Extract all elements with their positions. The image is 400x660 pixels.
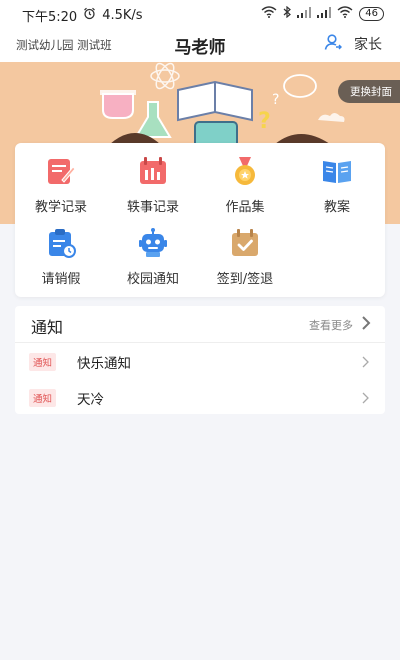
svg-text:?: ? <box>272 92 279 108</box>
check-in-icon <box>230 228 260 258</box>
menu-label: 作品集 <box>225 200 265 215</box>
signal-icon-2 <box>317 6 332 21</box>
wifi-icon-2 <box>337 6 353 21</box>
notice-item-text: 快乐通知 <box>77 356 131 372</box>
portfolio-icon <box>230 156 260 186</box>
notice-panel: 通知 查看更多 通知 快乐通知 通知 天冷 <box>15 306 385 414</box>
notice-tag: 通知 <box>29 353 57 371</box>
status-bar: 下午5:20 4.5K/s 46 <box>0 0 400 28</box>
see-more-label: 查看更多 <box>309 318 353 332</box>
menu-item-teaching-record[interactable]: 教学记录 <box>15 156 107 222</box>
chevron-right-icon <box>361 315 371 334</box>
bluetooth-icon <box>283 5 292 21</box>
lesson-plan-icon <box>322 156 352 186</box>
alarm-icon <box>83 7 96 24</box>
change-cover-button[interactable]: 更换封面 <box>338 80 400 103</box>
notice-tag: 通知 <box>29 389 57 407</box>
role-label: 家长 <box>354 37 382 53</box>
notice-item[interactable]: 通知 天冷 <box>15 379 385 415</box>
menu-item-portfolio[interactable]: 作品集 <box>199 156 291 222</box>
leave-request-icon <box>46 228 76 258</box>
notice-item[interactable]: 通知 快乐通知 <box>15 343 385 379</box>
status-time: 下午5:20 <box>22 10 78 25</box>
notice-item-text: 天冷 <box>77 392 104 408</box>
notice-header: 通知 查看更多 <box>15 306 385 343</box>
menu-label: 签到/签退 <box>216 272 274 287</box>
campus-notice-icon <box>138 228 168 258</box>
wifi-icon <box>261 6 277 21</box>
feature-menu: 教学记录 轶事记录 作品集 教案 请销假 校园通知 签到/签退 <box>15 143 385 297</box>
menu-item-lesson-plan[interactable]: 教案 <box>291 156 383 222</box>
see-more-link[interactable]: 查看更多 <box>309 315 371 334</box>
anecdote-record-icon <box>138 156 168 186</box>
chevron-right-icon <box>362 389 369 408</box>
notice-title: 通知 <box>31 318 64 337</box>
menu-label: 教学记录 <box>34 200 87 215</box>
menu-item-leave-request[interactable]: 请销假 <box>15 228 107 294</box>
menu-item-check-in[interactable]: 签到/签退 <box>199 228 291 294</box>
switch-role-button[interactable]: 家长 <box>324 33 382 55</box>
teaching-record-icon <box>46 156 76 186</box>
app-header: 测试幼儿园 测试班 马老师 家长 <box>0 28 400 62</box>
menu-label: 教案 <box>323 200 350 215</box>
chevron-right-icon <box>362 353 369 372</box>
menu-label: 轶事记录 <box>126 200 179 215</box>
menu-item-anecdote-record[interactable]: 轶事记录 <box>107 156 199 222</box>
network-speed: 4.5K/s <box>102 8 143 23</box>
svg-text:?: ? <box>258 109 271 134</box>
signal-icon <box>297 6 312 21</box>
menu-label: 请销假 <box>41 272 81 287</box>
school-class-label: 测试幼儿园 测试班 <box>16 38 112 52</box>
battery-indicator: 46 <box>359 6 384 21</box>
menu-item-campus-notice[interactable]: 校园通知 <box>107 228 199 294</box>
menu-label: 校园通知 <box>126 272 179 287</box>
user-switch-icon <box>324 33 342 55</box>
